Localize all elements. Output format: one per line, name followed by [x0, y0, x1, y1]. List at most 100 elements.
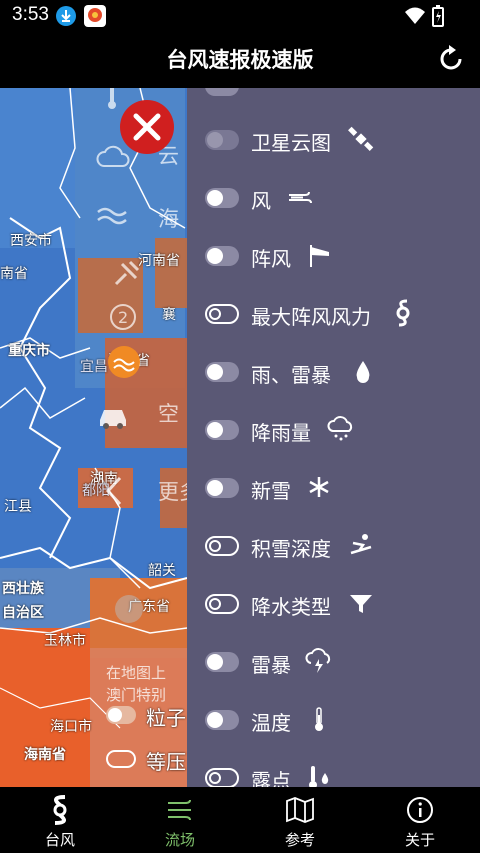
refresh-icon[interactable] [436, 44, 466, 74]
layer-drawer: 卫星云图 风 阵风 最大阵风风力 雨、雷暴 降雨量 新雪 积雪深度 降水类型 雷… [187, 88, 480, 787]
app-bar: 台风速报极速版 [0, 32, 480, 88]
layer-label: 阵风 [251, 247, 291, 271]
map-label: 河南省 [138, 253, 180, 269]
layer-label: 降水类型 [251, 595, 331, 619]
layer-toggle[interactable] [205, 478, 239, 498]
svg-text:2: 2 [118, 308, 128, 327]
typhoon-icon [45, 795, 75, 825]
tab-typhoon[interactable]: 台风 [0, 787, 120, 853]
map-label: 西安市 [10, 233, 52, 249]
layer-toggle[interactable] [205, 362, 239, 382]
map-label: 自治区 [2, 605, 44, 621]
battery-icon [432, 5, 444, 27]
waves-icon [96, 204, 130, 228]
shadow-icon [112, 592, 146, 626]
layer-label: 最大阵风风力 [251, 305, 371, 329]
layer-label: 雨、雷暴 [251, 363, 331, 387]
tab-reference[interactable]: 参考 [240, 787, 360, 853]
status-time: 3:53 [12, 4, 49, 25]
layer-row-max-gust[interactable]: 最大阵风风力 [187, 283, 480, 341]
layer-toggle[interactable] [205, 304, 239, 324]
info-icon [405, 795, 435, 825]
layer-row-satellite[interactable]: 卫星云图 [187, 109, 480, 167]
map-icon [285, 795, 315, 825]
map-label: 襄 [162, 307, 176, 323]
partial-row-top [205, 88, 239, 96]
bottom-tab-bar: 台风 流场 参考 关于 [0, 787, 480, 853]
layer-label: 温度 [251, 711, 291, 735]
layer-label: 风 [251, 189, 271, 213]
tab-label: 流场 [164, 831, 195, 849]
download-icon [56, 6, 76, 26]
thermometer-icon [305, 705, 333, 733]
layer-row-dewpoint[interactable]: 露点 [187, 747, 480, 787]
map-label: 海南省 [24, 747, 66, 763]
isobar-toggle[interactable] [106, 750, 136, 768]
tab-about[interactable]: 关于 [360, 787, 480, 853]
layer-row-rainfall[interactable]: 降雨量 [187, 399, 480, 457]
wifi-icon [404, 6, 426, 26]
tool-icon [112, 258, 142, 288]
layer-label: 降雨量 [251, 421, 311, 445]
funnel-icon [347, 589, 375, 617]
layer-toggle[interactable] [205, 130, 239, 150]
layer-toggle[interactable] [205, 246, 239, 266]
map-label: 南省 [0, 266, 28, 282]
layer-row-wind[interactable]: 风 [187, 167, 480, 225]
tab-label: 关于 [404, 831, 435, 849]
flow-icon [165, 795, 195, 825]
hurricane-icon [389, 299, 417, 327]
particles-toggle[interactable] [106, 706, 136, 724]
map-label: 西壮族 [2, 581, 44, 597]
map-label: 海 [158, 207, 179, 231]
map-label: 韶关 [148, 563, 176, 579]
app-notification-icon [84, 5, 106, 27]
map-label: 江县 [4, 499, 32, 515]
tab-label: 参考 [284, 831, 315, 849]
layer-toggle[interactable] [205, 536, 239, 556]
page-title: 台风速报极速版 [166, 48, 314, 72]
map-label: 重庆市 [8, 343, 50, 359]
car-icon [96, 402, 130, 430]
map-label: 玉林市 [44, 633, 86, 649]
layer-toggle[interactable] [205, 768, 239, 787]
layer-row-new-snow[interactable]: 新雪 [187, 457, 480, 515]
layer-label: 新雪 [251, 479, 291, 503]
snowflake-icon [305, 473, 333, 501]
layer-toggle[interactable] [205, 188, 239, 208]
layer-row-rain-thunder[interactable]: 雨、雷暴 [187, 341, 480, 399]
dewpoint-icon [305, 763, 333, 787]
chevron-left-icon[interactable] [102, 474, 126, 508]
map-label: 海口市 [50, 719, 92, 735]
layer-label: 露点 [251, 769, 291, 787]
wind-icon [285, 183, 313, 211]
layer-row-snow-depth[interactable]: 积雪深度 [187, 515, 480, 573]
windsock-icon [305, 241, 333, 269]
isobar-label: 等压 [146, 750, 186, 774]
status-bar: 3:53 [0, 0, 480, 32]
layer-row-temperature[interactable]: 温度 [187, 689, 480, 747]
layer-label: 积雪深度 [251, 537, 331, 561]
rain-cloud-icon [327, 415, 355, 443]
layer-toggle[interactable] [205, 652, 239, 672]
layer-row-gust[interactable]: 阵风 [187, 225, 480, 283]
thermometer-icon [104, 88, 120, 110]
layer-toggle[interactable] [205, 594, 239, 614]
layer-row-precip-type[interactable]: 降水类型 [187, 573, 480, 631]
layer-toggle[interactable] [205, 420, 239, 440]
close-icon[interactable] [120, 100, 174, 154]
satellite-icon [347, 125, 375, 153]
map-label: 在地图上 [106, 664, 167, 682]
number-2-icon: 2 [108, 302, 138, 332]
map-label: 空 [158, 402, 179, 426]
skier-icon [347, 531, 375, 559]
layer-label: 雷暴 [251, 653, 291, 677]
tab-flow[interactable]: 流场 [120, 787, 240, 853]
particles-label: 粒子 [146, 706, 186, 730]
layer-row-thunderstorm[interactable]: 雷暴 [187, 631, 480, 689]
thunder-cloud-icon [305, 647, 333, 675]
tab-label: 台风 [44, 831, 75, 849]
layer-toggle[interactable] [205, 710, 239, 730]
raindrop-icon [349, 357, 377, 385]
layer-label: 卫星云图 [251, 131, 331, 155]
